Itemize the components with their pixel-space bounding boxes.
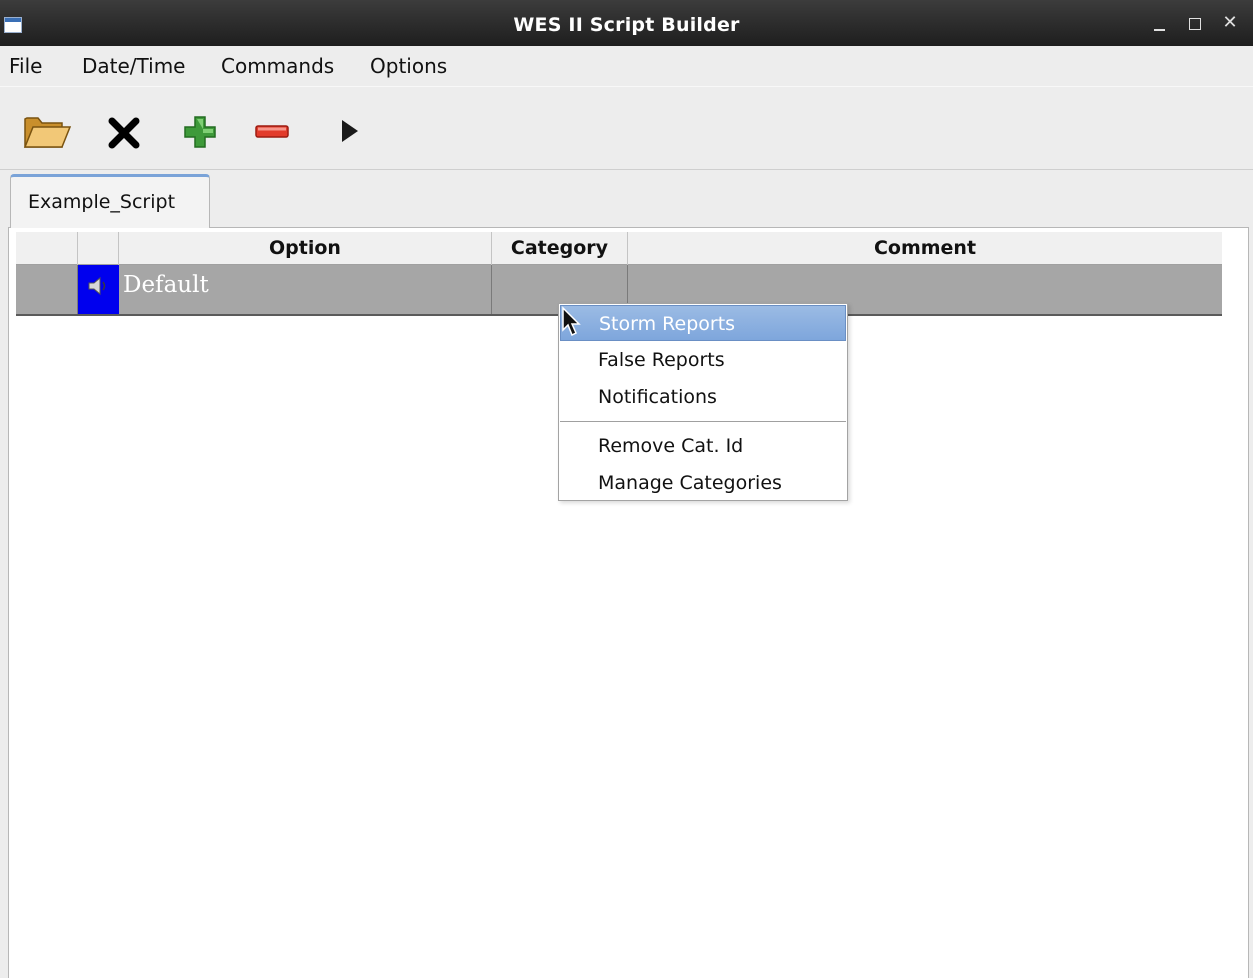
tab-label: Example_Script — [28, 191, 176, 213]
mouse-cursor-icon — [562, 306, 581, 337]
app-window: WES II Script Builder ✕ File Date/Time C… — [0, 0, 1253, 978]
menu-separator — [560, 421, 846, 422]
menu-item-false-reports[interactable]: False Reports — [560, 342, 846, 378]
menu-item-notifications[interactable]: Notifications — [560, 379, 846, 415]
menu-date-time[interactable]: Date/Time — [82, 54, 186, 78]
column-header-comment[interactable]: Comment — [628, 232, 1222, 265]
table-header: Option Category Comment — [16, 232, 1222, 265]
menu-item-remove-cat-id[interactable]: Remove Cat. Id — [560, 428, 846, 464]
tab-example-script[interactable]: Example_Script — [10, 174, 210, 228]
menu-options[interactable]: Options — [370, 54, 447, 78]
option-value: Default — [123, 272, 209, 298]
play-icon[interactable] — [328, 109, 372, 153]
row-cell-blank[interactable] — [16, 265, 78, 314]
row-cell-icon[interactable] — [78, 265, 119, 314]
column-header-category[interactable]: Category — [492, 232, 628, 265]
close-icon[interactable]: ✕ — [1218, 11, 1242, 35]
column-header-option[interactable]: Option — [119, 232, 492, 265]
remove-minus-icon[interactable] — [250, 109, 294, 153]
title-bar[interactable]: WES II Script Builder ✕ — [0, 0, 1253, 46]
speaker-icon — [88, 276, 106, 296]
menu-item-storm-reports[interactable]: Storm Reports — [560, 305, 846, 341]
menu-bar: File Date/Time Commands Options — [0, 46, 1253, 86]
toolbar — [0, 86, 1253, 170]
close-x-icon[interactable] — [104, 109, 148, 153]
menu-commands[interactable]: Commands — [221, 54, 334, 78]
folder-open-icon[interactable] — [22, 109, 72, 153]
row-cell-option[interactable]: Default — [119, 265, 492, 314]
menu-item-manage-categories[interactable]: Manage Categories — [560, 465, 846, 501]
maximize-icon[interactable] — [1183, 11, 1207, 35]
add-plus-icon[interactable] — [180, 109, 224, 153]
window-title: WES II Script Builder — [513, 14, 740, 36]
menu-file[interactable]: File — [9, 54, 42, 78]
category-context-menu: Storm Reports False Reports Notification… — [558, 303, 848, 501]
minimize-icon[interactable] — [1149, 11, 1173, 35]
column-header-blank-2[interactable] — [78, 232, 119, 265]
column-header-blank-1[interactable] — [16, 232, 78, 265]
